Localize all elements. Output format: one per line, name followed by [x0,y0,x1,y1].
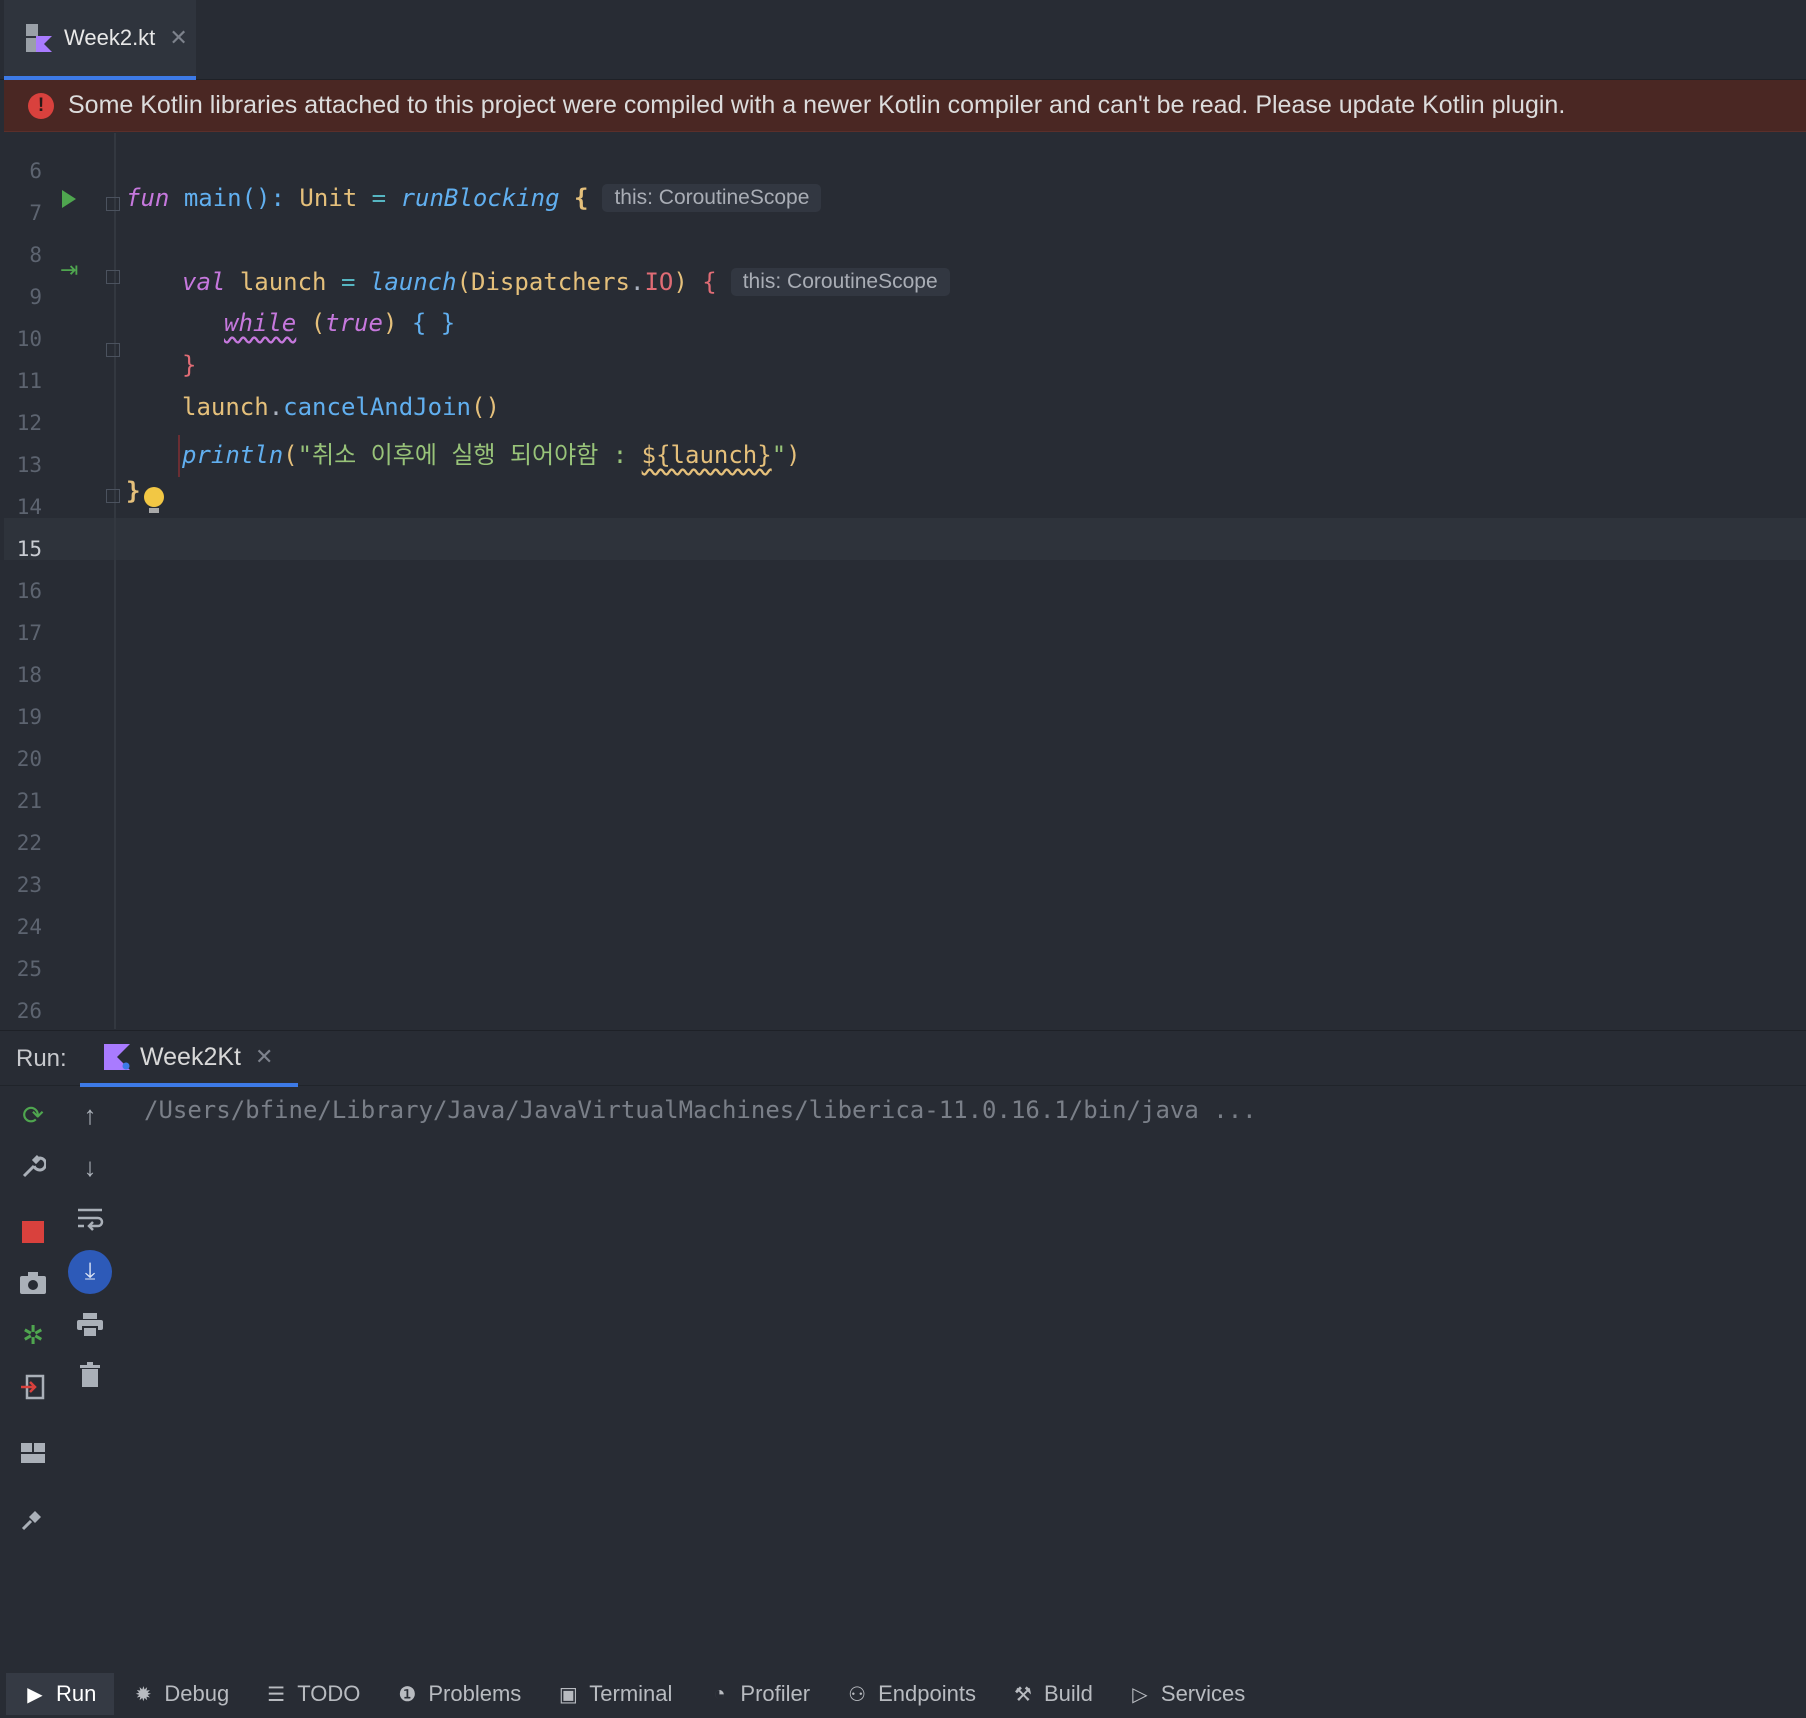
lightbulb-icon[interactable] [144,487,164,513]
terminal-icon: ▣ [558,1683,578,1706]
tool-window-label: Profiler [740,1681,811,1706]
alert-icon: ❶ [398,1683,417,1706]
editor-tab-bar: Week2.kt ✕ [0,0,1806,80]
tool-window-terminal[interactable]: ▣ Terminal [539,1673,690,1715]
run-panel-header: Run: Week2Kt ✕ [0,1030,1806,1087]
wrench-icon[interactable] [16,1150,50,1184]
banner-text: Some Kotlin libraries attached to this p… [68,91,1566,119]
line-number: 6 [29,159,42,183]
line-number: 14 [16,495,42,519]
line-number: 20 [16,747,42,771]
soft-wrap-icon[interactable] [73,1202,107,1236]
tool-window-problems[interactable]: ❶ Problems [378,1673,539,1715]
console-output: /Users/bfine/Library/Java/JavaVirtualMac… [144,1096,1257,1124]
tool-window-label: TODO [297,1681,361,1706]
fold-marker[interactable] [106,197,120,211]
arrow-down-icon[interactable]: ↓ [73,1150,107,1184]
run-panel-label: Run: [16,1045,67,1072]
hammer-icon: ⚒ [1014,1683,1032,1706]
line-number: 17 [16,621,42,645]
layout-icon[interactable] [16,1436,50,1470]
inlay-hint: this: CoroutineScope [730,268,950,296]
current-line-highlight [4,518,1806,560]
code-line-7: fun main(): Unit = runBlocking {this: Co… [126,184,822,212]
tool-window-debug[interactable]: ✹ Debug [114,1673,247,1715]
line-number: 22 [16,831,42,855]
suspend-call-gutter-icon: ⇥ [60,257,79,282]
line-number: 23 [16,873,42,897]
scroll-to-end-icon[interactable]: ⤓ [68,1250,112,1294]
fold-marker[interactable] [106,343,120,357]
line-number: 12 [16,411,42,435]
run-tab-week2kt[interactable]: Week2Kt ✕ [80,1031,298,1087]
profiler-icon: ◔ [713,1682,726,1705]
debug-attach-icon[interactable]: ✲ [16,1318,50,1352]
code-line-10: while (true) { } [224,309,456,337]
line-number: 25 [16,957,42,981]
exit-icon[interactable] [16,1370,50,1404]
editor-tab-label: Week2.kt [64,25,156,50]
kotlin-file-icon [24,22,54,54]
gutter-separator [114,133,116,1029]
tool-window-services[interactable]: ▷ Services [1111,1673,1263,1715]
tool-window-bar: ▶ Run ✹ Debug ☰ TODO ❶ Problems ▣ Terminal ◔ Profil… [0,1670,1806,1718]
error-icon: ! [28,92,54,119]
line-number: 26 [16,999,42,1023]
play-icon: ▶ [27,1683,43,1706]
tool-window-label: Build [1043,1681,1093,1706]
run-main-gutter-icon[interactable] [62,190,76,208]
code-line-12: launch.cancelAndJoin() [182,393,500,421]
code-editor[interactable]: 6 7 8 9 10 11 12 13 14 15 16 17 18 19 20 21 22 23 24 25 26 ⇥… [0,133,1806,1029]
inlay-hint: this: CoroutineScope [602,184,822,212]
line-number: 13 [16,453,42,477]
indent-guide [178,435,180,477]
tool-window-label: Terminal [589,1681,673,1706]
tool-window-endpoints[interactable]: ⚇ Endpoints [828,1673,994,1715]
tool-window-label: Run [56,1681,97,1706]
line-number: 7 [29,201,42,225]
tool-window-run[interactable]: ▶ Run [6,1673,115,1715]
endpoints-icon: ⚇ [848,1683,867,1706]
fold-marker[interactable] [106,489,120,503]
rerun-icon[interactable]: ⟳ [16,1098,50,1132]
line-number: 16 [16,579,42,603]
run-tab-label: Week2Kt [140,1042,241,1071]
close-icon[interactable]: ✕ [169,25,187,51]
bug-icon: ✹ [134,1683,152,1706]
line-number: 11 [16,369,42,393]
list-icon: ☰ [267,1683,286,1706]
tool-window-label: Services [1160,1681,1246,1706]
arrow-up-icon[interactable]: ↑ [73,1098,107,1132]
line-number: 19 [16,705,42,729]
kotlin-run-config-icon [104,1044,130,1070]
tool-window-label: Endpoints [878,1681,976,1706]
line-number: 21 [16,789,42,813]
fold-marker[interactable] [106,270,120,284]
tool-window-todo[interactable]: ☰ TODO [247,1673,378,1715]
tool-window-label: Debug [164,1681,230,1706]
tool-window-profiler[interactable]: ◔ Profiler [690,1673,828,1715]
stop-icon[interactable] [16,1215,50,1249]
code-line-11: } [182,351,197,379]
line-number: 18 [16,663,42,687]
code-line-13: println("취소 이후에 실행 되어야함 : ${launch}") [182,441,801,469]
line-number: 15 [16,537,42,561]
line-number: 24 [16,915,42,939]
close-icon[interactable]: ✕ [255,1044,273,1070]
camera-icon[interactable] [16,1266,50,1300]
line-number: 10 [16,327,42,351]
tool-window-label: Problems [428,1681,522,1706]
pin-icon[interactable] [16,1502,50,1536]
tool-window-build[interactable]: ⚒ Build [994,1673,1111,1715]
print-icon[interactable] [73,1308,107,1342]
trash-icon[interactable] [73,1358,107,1392]
editor-tab-week2-kt[interactable]: Week2.kt ✕ [4,0,196,80]
line-number: 9 [29,285,42,309]
code-line-9: val launch = launch(Dispatchers.IO) {thi… [182,268,950,296]
line-number: 8 [29,243,42,267]
code-line-14: } [126,477,141,505]
kotlin-plugin-warning-banner: ! Some Kotlin libraries attached to this… [4,80,1806,132]
services-icon: ▷ [1132,1683,1148,1706]
